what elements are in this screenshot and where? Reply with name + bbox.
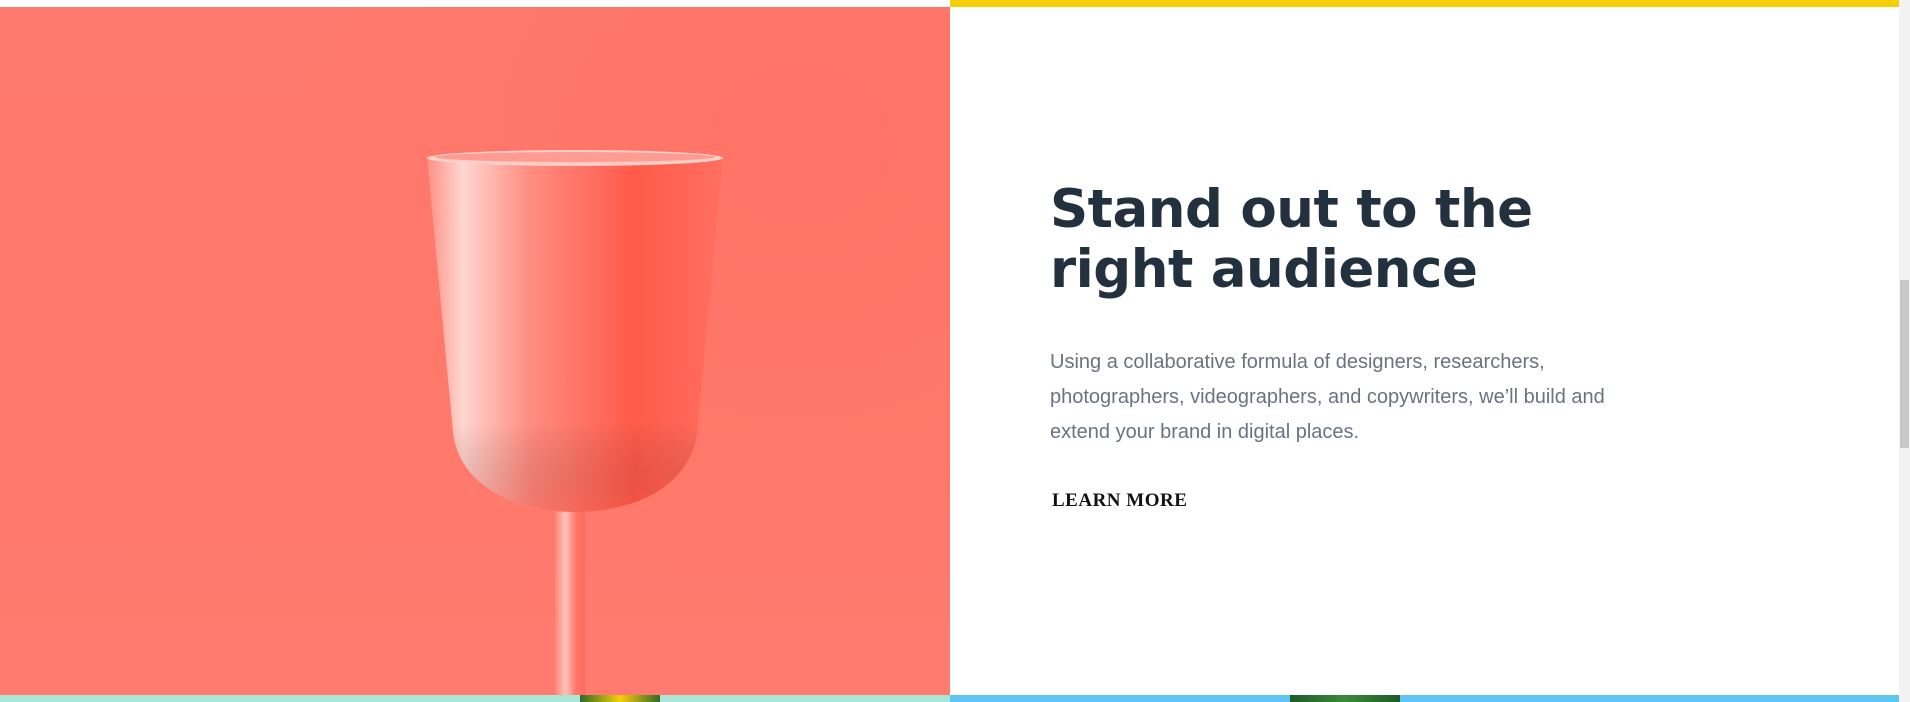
feature-content: Stand out to the right audience Using a … <box>1042 180 1610 519</box>
scrollbar-thumb[interactable] <box>1900 280 1909 448</box>
headline-line-1: Stand out to the <box>1050 179 1533 240</box>
section-headline: Stand out to the right audience <box>1050 180 1610 300</box>
top-accent-bar <box>950 0 1899 7</box>
top-strip-left <box>0 0 950 7</box>
learn-more-link[interactable]: LEARN MORE <box>1042 490 1198 519</box>
learn-more-label: LEARN MORE <box>1052 490 1188 511</box>
next-section-right-image-edge <box>1290 695 1400 702</box>
page: Stand out to the right audience Using a … <box>0 0 1910 702</box>
headline-line-2: right audience <box>1050 239 1478 300</box>
next-section-left-edge <box>0 695 950 702</box>
next-section-right-edge <box>950 695 1899 702</box>
wine-glass-icon <box>427 150 723 695</box>
next-section-left-image-edge <box>580 695 660 702</box>
section-body-text: Using a collaborative formula of designe… <box>1050 351 1605 443</box>
hero-image <box>0 7 950 695</box>
